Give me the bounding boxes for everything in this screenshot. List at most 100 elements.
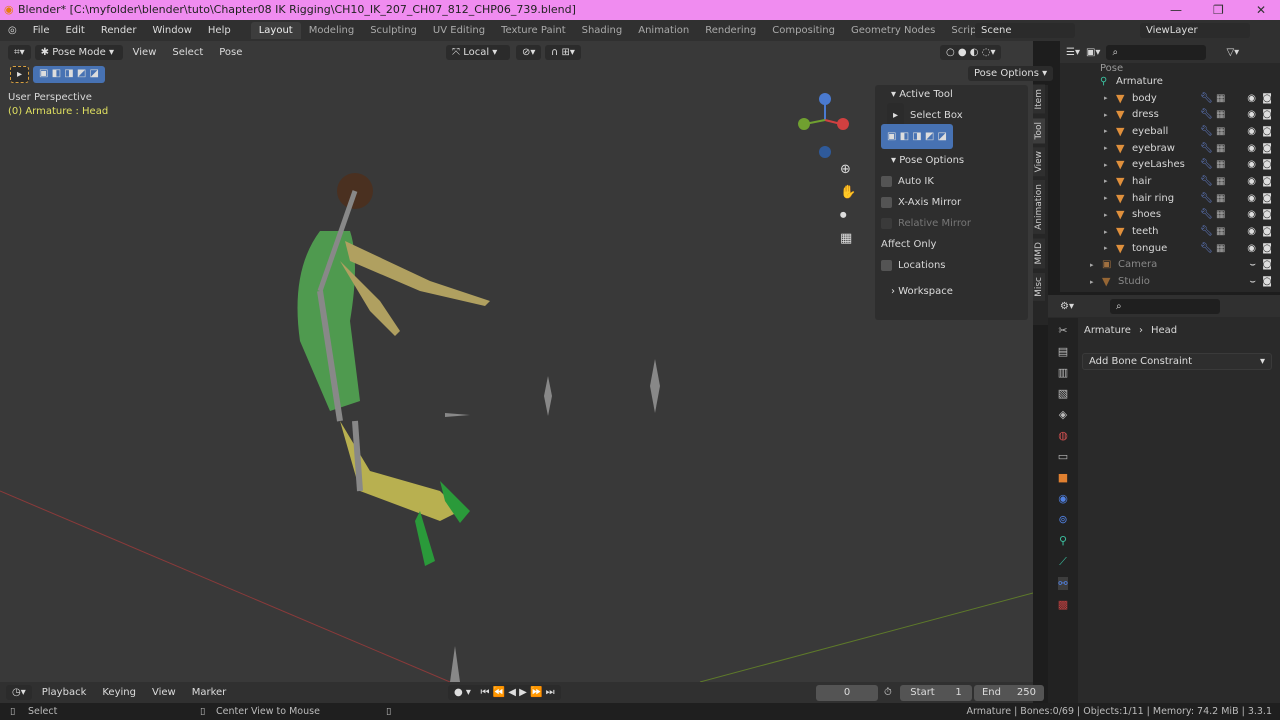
outliner-object-row[interactable]: ▸ ▼ tongue 🔧︎ ▦ ◉ ◙ [1104, 240, 1280, 257]
end-frame-field[interactable]: End 250 [974, 684, 1044, 701]
visibility-eye-icon[interactable]: ◉ [1247, 193, 1256, 204]
collection-tab-icon[interactable]: ▭ [1058, 450, 1068, 463]
view-layer-tab-icon[interactable]: ▧ [1058, 387, 1068, 400]
menu-select[interactable]: Select [166, 45, 209, 60]
menu-edit[interactable]: Edit [57, 25, 92, 36]
tab-geometry-nodes[interactable]: Geometry Nodes [843, 22, 943, 39]
tab-animation-side[interactable]: Animation [1033, 180, 1045, 235]
select-mode-buttons[interactable]: ▣ ◧ ◨ ◩ ◪ [33, 66, 105, 83]
outliner-object-row[interactable]: ▸ ▼ hair ring 🔧︎ ▦ ◉ ◙ [1104, 190, 1280, 207]
render-camera-icon[interactable]: ◙ [1262, 243, 1272, 254]
blender-menu-icon[interactable]: ◎ [0, 25, 25, 36]
outliner-object-row[interactable]: ▸ ▼ hair 🔧︎ ▦ ◉ ◙ [1104, 173, 1280, 190]
render-camera-icon[interactable]: ◙ [1262, 93, 1272, 104]
menu-file[interactable]: File [25, 25, 58, 36]
start-frame-field[interactable]: Start 1 [900, 684, 972, 701]
visibility-eye-icon[interactable]: ◉ [1247, 176, 1256, 187]
select-box-tool-icon[interactable]: ▸ [10, 66, 30, 83]
tab-texture-paint[interactable]: Texture Paint [493, 22, 574, 39]
output-tab-icon[interactable]: ▥ [1058, 366, 1068, 379]
expand-icon[interactable]: ▸ [1104, 161, 1116, 169]
workspace-header[interactable]: › Workspace [875, 282, 1028, 302]
tab-sculpting[interactable]: Sculpting [362, 22, 425, 39]
active-tool-header[interactable]: ▾ Active Tool [875, 85, 1028, 105]
visibility-eye-icon[interactable]: ◉ [1247, 159, 1256, 170]
render-camera-icon[interactable]: ◙ [1262, 143, 1272, 154]
tool-mode-buttons[interactable]: ▣ ◧ ◨ ◩ ◪ [875, 124, 1028, 149]
pose-options-dropdown[interactable]: Pose Options ▾ [968, 66, 1054, 81]
visibility-eye-icon[interactable]: ◉ [1247, 209, 1256, 220]
expand-icon[interactable]: ▸ [1104, 228, 1116, 236]
playback-controls[interactable]: ● ▾ ⏮ ⏪ ◀ ▶ ⏩ ⏭ [448, 685, 561, 700]
visibility-hidden-icon[interactable]: ⌣ [1249, 259, 1256, 270]
menu-keying[interactable]: Keying [96, 685, 142, 700]
studio-row[interactable]: ▸ ▼ Studio ⌣ ◙ [1060, 273, 1280, 290]
expand-icon[interactable]: ▸ [1104, 144, 1116, 152]
ortho-grid-icon[interactable]: ▦ [840, 231, 856, 246]
maximize-button[interactable]: ❐ [1213, 0, 1224, 20]
bone-constraint-tab-icon[interactable]: ⚯ [1058, 577, 1068, 590]
visibility-hidden-icon[interactable]: ⌣ [1249, 276, 1256, 287]
display-mode-icon[interactable]: ☰▾ [1066, 47, 1080, 58]
expand-icon[interactable]: ▸ [1104, 177, 1116, 185]
tool-tab-icon[interactable]: ✂ [1058, 324, 1067, 337]
menu-window[interactable]: Window [144, 25, 199, 36]
expand-icon[interactable]: ▸ [1104, 111, 1116, 119]
expand-icon[interactable]: ▸ [1104, 94, 1116, 102]
editor-type-button[interactable]: ⌗▾ [8, 44, 31, 60]
relative-mirror-checkbox[interactable]: Relative Mirror [875, 213, 1028, 234]
snap-toggle[interactable]: ∩ ⊞▾ [545, 44, 581, 60]
texture-tab-icon[interactable]: ▩ [1058, 598, 1068, 611]
tab-misc[interactable]: Misc [1033, 272, 1045, 301]
select-box-tool[interactable]: ▸ Select Box [875, 103, 1028, 128]
pan-hand-icon[interactable]: ✋ [840, 185, 856, 200]
render-icon[interactable]: ◙ [1262, 276, 1272, 287]
expand-icon[interactable]: ▸ [1104, 211, 1116, 219]
filter-icon[interactable]: ▽▾ [1226, 47, 1239, 58]
close-button[interactable]: ✕ [1256, 0, 1266, 20]
bone-tab-icon[interactable]: ⟋ [1059, 555, 1067, 569]
visibility-eye-icon[interactable]: ◉ [1247, 126, 1256, 137]
menu-timeline-view[interactable]: View [146, 685, 182, 700]
filter-view-icon[interactable]: ▣▾ [1086, 47, 1100, 58]
tab-item[interactable]: Item [1033, 85, 1045, 114]
scene-selector[interactable]: Scene [975, 23, 1075, 38]
camera-view-icon[interactable]: ⏺ [840, 208, 856, 223]
timeline-editor-type[interactable]: ◷▾ [6, 685, 32, 700]
locations-checkbox[interactable]: Locations [875, 255, 1028, 276]
editor-type-icon[interactable]: ⚙▾ [1060, 301, 1074, 312]
tab-layout[interactable]: Layout [250, 22, 301, 39]
outliner-object-row[interactable]: ▸ ▼ eyeLashes 🔧︎ ▦ ◉ ◙ [1104, 156, 1280, 173]
constraints-tab-icon[interactable]: ⊚ [1058, 513, 1067, 526]
zoom-icon[interactable]: ⊕ [840, 162, 856, 177]
current-frame-field[interactable]: 0 [816, 684, 878, 701]
physics-tab-icon[interactable]: ◉ [1058, 492, 1068, 505]
expand-icon[interactable]: ▸ [1104, 244, 1116, 252]
outliner-object-row[interactable]: ▸ ▼ body 🔧︎ ▦ ◉ ◙ [1104, 90, 1280, 107]
outliner-object-row[interactable]: ▸ ▼ eyebraw 🔧︎ ▦ ◉ ◙ [1104, 140, 1280, 157]
pose-row[interactable]: Pose [1100, 63, 1280, 73]
stopwatch-icon[interactable]: ⏱ [884, 687, 892, 698]
orientation-selector[interactable]: ⤧ Local ▾ [446, 44, 510, 60]
render-tab-icon[interactable]: ▤ [1058, 345, 1068, 358]
render-icon[interactable]: ◙ [1262, 259, 1272, 270]
viewport-shading-buttons[interactable]: ○ ● ◐ ◌▾ [940, 44, 1002, 60]
navigation-gizmo[interactable] [795, 90, 855, 160]
menu-marker[interactable]: Marker [186, 685, 233, 700]
add-bone-constraint-dropdown[interactable]: Add Bone Constraint ▾ [1082, 353, 1272, 370]
render-camera-icon[interactable]: ◙ [1262, 126, 1272, 137]
view-layer-selector[interactable]: ViewLayer [1140, 23, 1250, 38]
object-tab-icon[interactable]: ■ [1058, 471, 1068, 484]
render-camera-icon[interactable]: ◙ [1262, 226, 1272, 237]
outliner-object-row[interactable]: ▸ ▼ teeth 🔧︎ ▦ ◉ ◙ [1104, 223, 1280, 240]
expand-icon[interactable]: ▸ [1104, 127, 1116, 135]
tab-shading[interactable]: Shading [574, 22, 631, 39]
properties-search-input[interactable]: ⌕ [1109, 298, 1220, 314]
outliner-object-row[interactable]: ▸ ▼ shoes 🔧︎ ▦ ◉ ◙ [1104, 207, 1280, 224]
visibility-eye-icon[interactable]: ◉ [1247, 243, 1256, 254]
armature-data-tab-icon[interactable]: ⚲ [1059, 534, 1067, 547]
world-tab-icon[interactable]: ◍ [1058, 429, 1068, 442]
minimize-button[interactable]: — [1170, 0, 1182, 20]
tab-compositing[interactable]: Compositing [764, 22, 843, 39]
menu-pose[interactable]: Pose [213, 45, 248, 60]
